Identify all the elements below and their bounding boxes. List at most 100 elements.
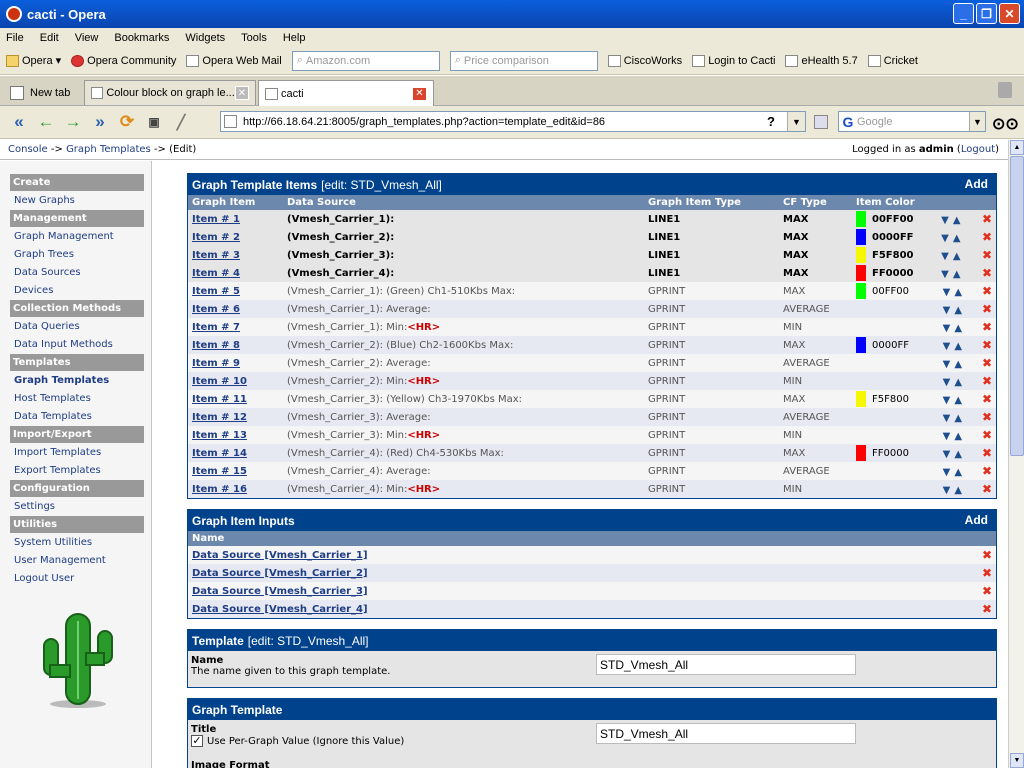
delete-icon[interactable]: ✖ (982, 566, 992, 580)
delete-icon[interactable]: ✖ (982, 230, 992, 244)
add-item-button[interactable]: Add (965, 177, 988, 191)
move-down-icon[interactable]: ▼ (943, 431, 951, 442)
forward-icon[interactable]: → (62, 111, 84, 133)
delete-icon[interactable]: ✖ (982, 338, 992, 352)
delete-icon[interactable]: ✖ (982, 248, 992, 262)
bookmark-cricket[interactable]: Cricket (867, 54, 918, 67)
delete-icon[interactable]: ✖ (982, 410, 992, 424)
trash-icon[interactable] (998, 82, 1012, 98)
delete-icon[interactable]: ✖ (982, 482, 992, 496)
input-link[interactable]: Data Source [Vmesh_Carrier_3] (192, 586, 368, 597)
menu-edit[interactable]: Edit (40, 32, 59, 44)
item-link[interactable]: Item # 9 (192, 358, 240, 369)
google-search-input[interactable]: G Google ▼ (838, 111, 986, 132)
sidebar-item-data-sources[interactable]: Data Sources (14, 263, 151, 281)
menu-bookmarks[interactable]: Bookmarks (114, 32, 169, 44)
move-down-icon[interactable]: ▼ (941, 233, 949, 244)
back-icon[interactable]: ← (35, 111, 57, 133)
move-down-icon[interactable]: ▼ (943, 323, 951, 334)
move-down-icon[interactable]: ▼ (943, 467, 951, 478)
breadcrumb-graph-templates[interactable]: Graph Templates (66, 144, 151, 155)
sidebar-item-user-management[interactable]: User Management (14, 551, 151, 569)
move-up-icon[interactable]: ▲ (953, 269, 961, 280)
move-up-icon[interactable]: ▲ (954, 359, 962, 370)
breadcrumb-console[interactable]: Console (8, 144, 48, 155)
item-link[interactable]: Item # 15 (192, 466, 247, 477)
move-up-icon[interactable]: ▲ (954, 323, 962, 334)
delete-icon[interactable]: ✖ (982, 374, 992, 388)
home-icon[interactable]: ▣ (143, 111, 165, 133)
move-up-icon[interactable]: ▲ (954, 485, 962, 496)
delete-icon[interactable]: ✖ (982, 266, 992, 280)
address-dropdown-icon[interactable]: ▼ (787, 112, 805, 131)
item-link[interactable]: Item # 3 (192, 250, 240, 261)
tab-colour-block[interactable]: Colour block on graph le... ✕ (84, 80, 256, 105)
sidebar-item-settings[interactable]: Settings (14, 497, 151, 515)
edit-icon[interactable]: ╱ (170, 111, 192, 133)
delete-icon[interactable]: ✖ (982, 446, 992, 460)
move-up-icon[interactable]: ▲ (954, 413, 962, 424)
delete-icon[interactable]: ✖ (982, 356, 992, 370)
rewind-icon[interactable]: « (8, 111, 30, 133)
item-link[interactable]: Item # 1 (192, 214, 240, 225)
restore-button[interactable]: ❐ (976, 3, 997, 24)
close-tab-icon[interactable]: ✕ (412, 86, 427, 101)
move-down-icon[interactable]: ▼ (941, 251, 949, 262)
item-link[interactable]: Item # 14 (192, 448, 247, 459)
input-link[interactable]: Data Source [Vmesh_Carrier_1] (192, 550, 368, 561)
feed-icon[interactable] (814, 115, 828, 129)
move-up-icon[interactable]: ▲ (953, 233, 961, 244)
site-info-icon[interactable]: ? (761, 112, 781, 131)
new-tab-button[interactable]: New tab (4, 80, 80, 105)
sidebar-item-host-templates[interactable]: Host Templates (14, 389, 151, 407)
menu-widgets[interactable]: Widgets (185, 32, 225, 44)
item-link[interactable]: Item # 12 (192, 412, 247, 423)
item-link[interactable]: Item # 2 (192, 232, 240, 243)
sidebar-item-import-templates[interactable]: Import Templates (14, 443, 151, 461)
item-link[interactable]: Item # 16 (192, 484, 247, 495)
delete-icon[interactable]: ✖ (982, 284, 992, 298)
bookmark-opera[interactable]: Opera ▾ (6, 54, 61, 67)
zoom-icon[interactable]: ⊙⊙ (992, 114, 1019, 134)
move-up-icon[interactable]: ▲ (954, 287, 962, 298)
sidebar-item-export-templates[interactable]: Export Templates (14, 461, 151, 479)
move-down-icon[interactable]: ▼ (941, 269, 949, 280)
item-link[interactable]: Item # 8 (192, 340, 240, 351)
move-down-icon[interactable]: ▼ (943, 485, 951, 496)
delete-icon[interactable]: ✖ (982, 428, 992, 442)
tab-cacti[interactable]: cacti ✕ (258, 80, 434, 106)
menu-help[interactable]: Help (283, 32, 306, 44)
move-down-icon[interactable]: ▼ (943, 359, 951, 370)
graph-title-input[interactable]: STD_Vmesh_All (596, 723, 856, 744)
delete-icon[interactable]: ✖ (982, 602, 992, 616)
delete-icon[interactable]: ✖ (982, 584, 992, 598)
delete-icon[interactable]: ✖ (982, 548, 992, 562)
input-link[interactable]: Data Source [Vmesh_Carrier_4] (192, 604, 368, 615)
delete-icon[interactable]: ✖ (982, 392, 992, 406)
add-input-button[interactable]: Add (965, 513, 988, 527)
move-up-icon[interactable]: ▲ (954, 449, 962, 460)
move-down-icon[interactable]: ▼ (943, 287, 951, 298)
menu-file[interactable]: File (6, 32, 24, 44)
reload-icon[interactable]: ⟳ (116, 111, 138, 133)
sidebar-item-data-input-methods[interactable]: Data Input Methods (14, 335, 151, 353)
template-name-input[interactable]: STD_Vmesh_All (596, 654, 856, 675)
amazon-search-input[interactable]: ⌕ Amazon.com (291, 50, 440, 71)
move-up-icon[interactable]: ▲ (954, 305, 962, 316)
move-up-icon[interactable]: ▲ (954, 377, 962, 388)
move-up-icon[interactable]: ▲ (954, 431, 962, 442)
move-down-icon[interactable]: ▼ (943, 341, 951, 352)
scroll-down-icon[interactable]: ▼ (1010, 753, 1024, 768)
move-down-icon[interactable]: ▼ (943, 395, 951, 406)
menu-view[interactable]: View (75, 32, 99, 44)
fast-forward-icon[interactable]: » (89, 111, 111, 133)
move-down-icon[interactable]: ▼ (941, 215, 949, 226)
move-up-icon[interactable]: ▲ (953, 215, 961, 226)
bookmark-login-cacti[interactable]: Login to Cacti (692, 54, 775, 67)
move-down-icon[interactable]: ▼ (943, 377, 951, 388)
input-link[interactable]: Data Source [Vmesh_Carrier_2] (192, 568, 368, 579)
item-link[interactable]: Item # 7 (192, 322, 240, 333)
bookmark-opera-community[interactable]: Opera Community (71, 54, 176, 67)
sidebar-item-graph-management[interactable]: Graph Management (14, 227, 151, 245)
logout-link[interactable]: Logout (961, 144, 995, 155)
